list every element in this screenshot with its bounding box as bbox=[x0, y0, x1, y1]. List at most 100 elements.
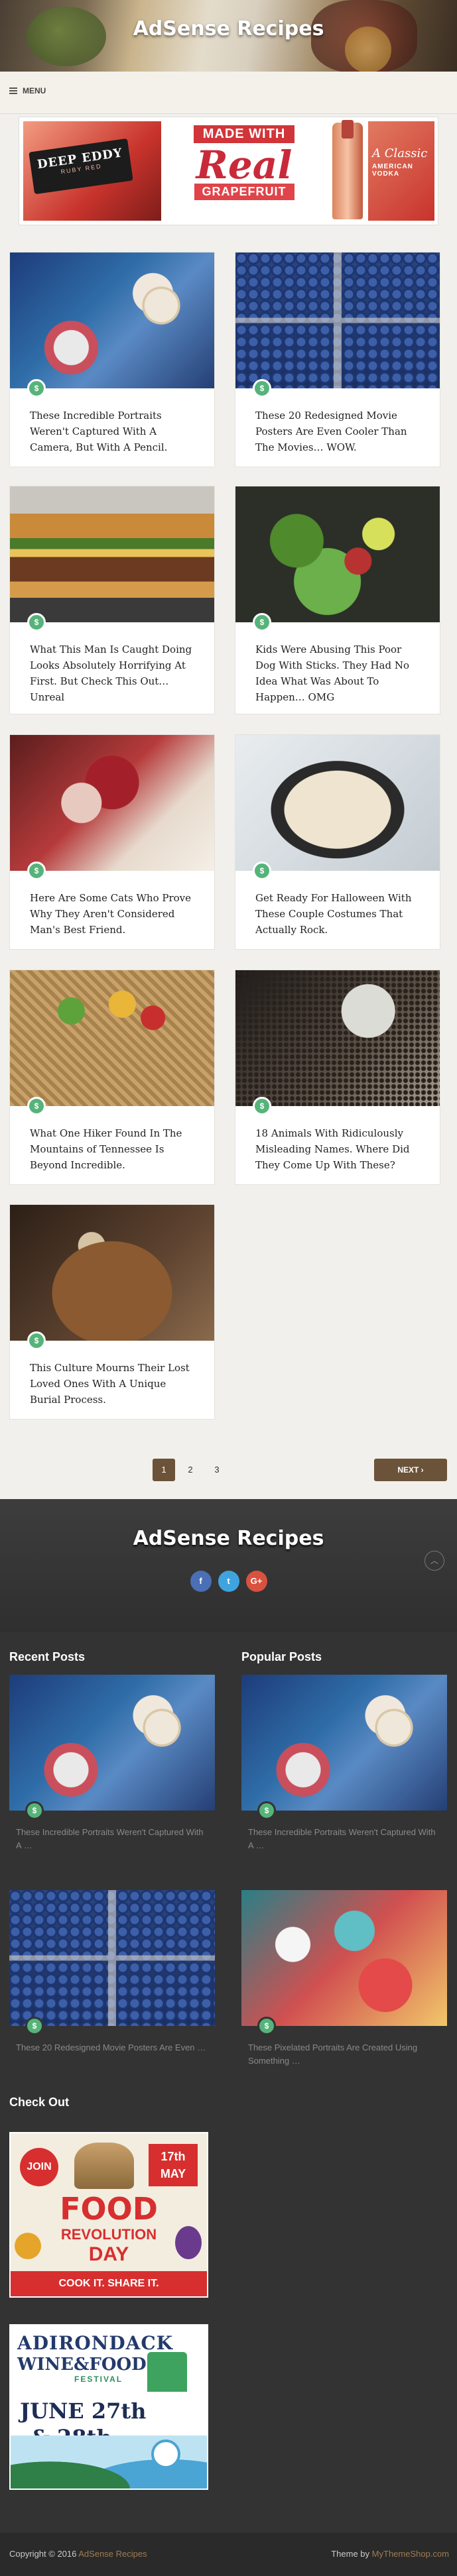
dollar-icon: $ bbox=[27, 379, 46, 398]
promo-date: 17th MAY bbox=[149, 2144, 198, 2186]
post-thumbnail[interactable] bbox=[10, 486, 214, 622]
ad-headline-top: MADE WITH bbox=[193, 125, 295, 143]
copyright-text: Copyright © 2016 AdSense Recipes bbox=[9, 2549, 147, 2559]
dollar-icon: $ bbox=[27, 862, 46, 880]
popular-post-item[interactable]: $ These Pixelated Portraits Are Created … bbox=[241, 1890, 447, 2069]
recent-post-title[interactable]: These 20 Redesigned Movie Posters Are Ev… bbox=[16, 2041, 208, 2054]
post-thumbnail[interactable] bbox=[235, 486, 440, 622]
dollar-icon: $ bbox=[25, 2017, 44, 2035]
next-page-button[interactable]: NEXT › bbox=[374, 1459, 447, 1481]
post-card[interactable]: $ 18 Animals With Ridiculously Misleadin… bbox=[235, 970, 440, 1185]
popular-post-title[interactable]: These Pixelated Portraits Are Created Us… bbox=[248, 2041, 440, 2068]
promo-food-text: FOOD bbox=[60, 2191, 158, 2227]
post-title[interactable]: These Incredible Portraits Weren't Captu… bbox=[30, 408, 197, 455]
promo2-click-button[interactable] bbox=[151, 2439, 180, 2469]
recent-post-thumbnail[interactable] bbox=[9, 1675, 215, 1811]
back-to-top-icon[interactable]: ︿ bbox=[424, 1551, 444, 1571]
popular-post-thumbnail[interactable] bbox=[241, 1890, 447, 2026]
page-1-link[interactable]: 1 bbox=[153, 1459, 175, 1481]
site-footer: AdSense Recipes f t G+ ︿ Recent Posts Po… bbox=[0, 1499, 457, 2533]
dollar-icon: $ bbox=[25, 1801, 44, 1820]
post-card[interactable]: $ Kids Were Abusing This Poor Dog With S… bbox=[235, 486, 440, 714]
post-thumbnail[interactable] bbox=[235, 252, 440, 388]
ad-bottle-image bbox=[332, 120, 363, 219]
recent-post-thumbnail[interactable] bbox=[9, 1890, 215, 2026]
ad-headline: MADE WITH Real GRAPEFRUIT bbox=[161, 121, 327, 221]
dollar-icon: $ bbox=[253, 379, 271, 398]
dollar-icon: $ bbox=[27, 613, 46, 632]
footer-branding: AdSense Recipes f t G+ ︿ bbox=[0, 1499, 457, 1632]
ad-banner[interactable]: DEEP EDDY RUBY RED MADE WITH Real GRAPEF… bbox=[19, 117, 438, 225]
menu-label: MENU bbox=[23, 86, 46, 95]
post-card[interactable]: $ These 20 Redesigned Movie Posters Are … bbox=[235, 252, 440, 467]
post-title[interactable]: Here Are Some Cats Who Prove Why They Ar… bbox=[30, 890, 197, 938]
page-2-link[interactable]: 2 bbox=[179, 1459, 202, 1481]
dollar-icon: $ bbox=[257, 1801, 276, 1820]
post-thumbnail[interactable] bbox=[10, 735, 214, 871]
promo-join-badge: JOIN bbox=[20, 2148, 58, 2186]
post-card[interactable]: $ These Incredible Portraits Weren't Cap… bbox=[9, 252, 215, 467]
recent-post-item[interactable]: $ These 20 Redesigned Movie Posters Are … bbox=[9, 1890, 215, 2069]
wine-food-festival-ad[interactable]: ADIRONDACK WINE&FOOD FESTIVAL JUNE 27th … bbox=[9, 2324, 208, 2490]
copyright-bar: Copyright © 2016 AdSense Recipes Theme b… bbox=[0, 2533, 457, 2576]
ad-tag-main: A Classic bbox=[372, 146, 428, 160]
theme-credit: Theme by MyThemeShop.com bbox=[331, 2549, 449, 2559]
dollar-icon: $ bbox=[253, 1097, 271, 1115]
facebook-icon[interactable]: f bbox=[190, 1571, 212, 1592]
promo2-festival: FESTIVAL bbox=[74, 2375, 123, 2384]
post-card[interactable]: $ Get Ready For Halloween With These Cou… bbox=[235, 734, 440, 950]
menu-toggle[interactable]: MENU bbox=[9, 86, 46, 95]
post-thumbnail[interactable] bbox=[235, 970, 440, 1106]
ad-tagline: A Classic AMERICAN VODKA bbox=[368, 121, 434, 221]
twitter-icon[interactable]: t bbox=[218, 1571, 239, 1592]
dollar-icon: $ bbox=[253, 613, 271, 632]
post-thumbnail[interactable] bbox=[10, 970, 214, 1106]
recent-posts-heading: Recent Posts bbox=[9, 1650, 86, 1663]
post-title[interactable]: Kids Were Abusing This Poor Dog With Sti… bbox=[255, 642, 423, 705]
popular-post-thumbnail[interactable] bbox=[241, 1675, 447, 1811]
promo-illustration bbox=[74, 2143, 134, 2189]
social-links: f t G+ bbox=[0, 1571, 457, 1592]
site-title[interactable]: AdSense Recipes bbox=[0, 17, 457, 40]
post-thumbnail[interactable] bbox=[10, 252, 214, 388]
pagination: 1 2 3 bbox=[153, 1459, 228, 1481]
promo-revolution-text: REVOLUTION bbox=[60, 2226, 157, 2243]
hamburger-icon bbox=[9, 87, 17, 94]
recent-post-item[interactable]: $ These Incredible Portraits Weren't Cap… bbox=[9, 1675, 215, 1854]
copyright-prefix: Copyright © 2016 bbox=[9, 2549, 77, 2559]
footer-site-title[interactable]: AdSense Recipes bbox=[0, 1527, 457, 1550]
post-title[interactable]: What One Hiker Found In The Mountains of… bbox=[30, 1125, 197, 1173]
ad-headline-bottom: GRAPEFRUIT bbox=[194, 184, 294, 200]
google-plus-icon[interactable]: G+ bbox=[245, 1571, 267, 1592]
post-card[interactable]: $ What One Hiker Found In The Mountains … bbox=[9, 970, 215, 1185]
dollar-icon: $ bbox=[27, 1097, 46, 1115]
post-thumbnail[interactable] bbox=[235, 735, 440, 871]
post-card[interactable]: $ Here Are Some Cats Who Prove Why They … bbox=[9, 734, 215, 950]
promo2-line2: WINE&FOOD bbox=[17, 2355, 147, 2375]
menu-bar: MENU bbox=[0, 72, 457, 114]
checkout-heading: Check Out bbox=[9, 2096, 70, 2109]
dollar-icon: $ bbox=[253, 862, 271, 880]
ad-logo: DEEP EDDY RUBY RED bbox=[29, 138, 133, 195]
promo2-june: JUNE 27th bbox=[20, 2398, 147, 2424]
ad-headline-main: Real bbox=[196, 142, 293, 188]
dollar-icon: $ bbox=[27, 1331, 46, 1350]
chair-icon bbox=[147, 2352, 187, 2392]
page-3-link[interactable]: 3 bbox=[206, 1459, 228, 1481]
post-title[interactable]: What This Man Is Caught Doing Looks Abso… bbox=[30, 642, 197, 705]
theme-link[interactable]: MyThemeShop.com bbox=[372, 2549, 449, 2559]
copyright-site-link[interactable]: AdSense Recipes bbox=[78, 2549, 147, 2559]
post-title[interactable]: 18 Animals With Ridiculously Misleading … bbox=[255, 1125, 423, 1173]
post-card[interactable]: $ This Culture Mourns Their Lost Loved O… bbox=[9, 1204, 215, 1420]
dollar-icon: $ bbox=[257, 2017, 276, 2035]
popular-posts-heading: Popular Posts bbox=[241, 1650, 322, 1663]
post-title[interactable]: These 20 Redesigned Movie Posters Are Ev… bbox=[255, 408, 423, 455]
post-title[interactable]: This Culture Mourns Their Lost Loved One… bbox=[30, 1360, 197, 1408]
post-card[interactable]: $ What This Man Is Caught Doing Looks Ab… bbox=[9, 486, 215, 714]
popular-post-title[interactable]: These Incredible Portraits Weren't Captu… bbox=[248, 1826, 440, 1852]
popular-post-item[interactable]: $ These Incredible Portraits Weren't Cap… bbox=[241, 1675, 447, 1854]
recent-post-title[interactable]: These Incredible Portraits Weren't Captu… bbox=[16, 1826, 208, 1852]
food-revolution-ad[interactable]: JOIN 17th MAY FOOD REVOLUTION DAY COOK I… bbox=[9, 2132, 208, 2298]
post-title[interactable]: Get Ready For Halloween With These Coupl… bbox=[255, 890, 423, 938]
post-thumbnail[interactable] bbox=[10, 1205, 214, 1341]
